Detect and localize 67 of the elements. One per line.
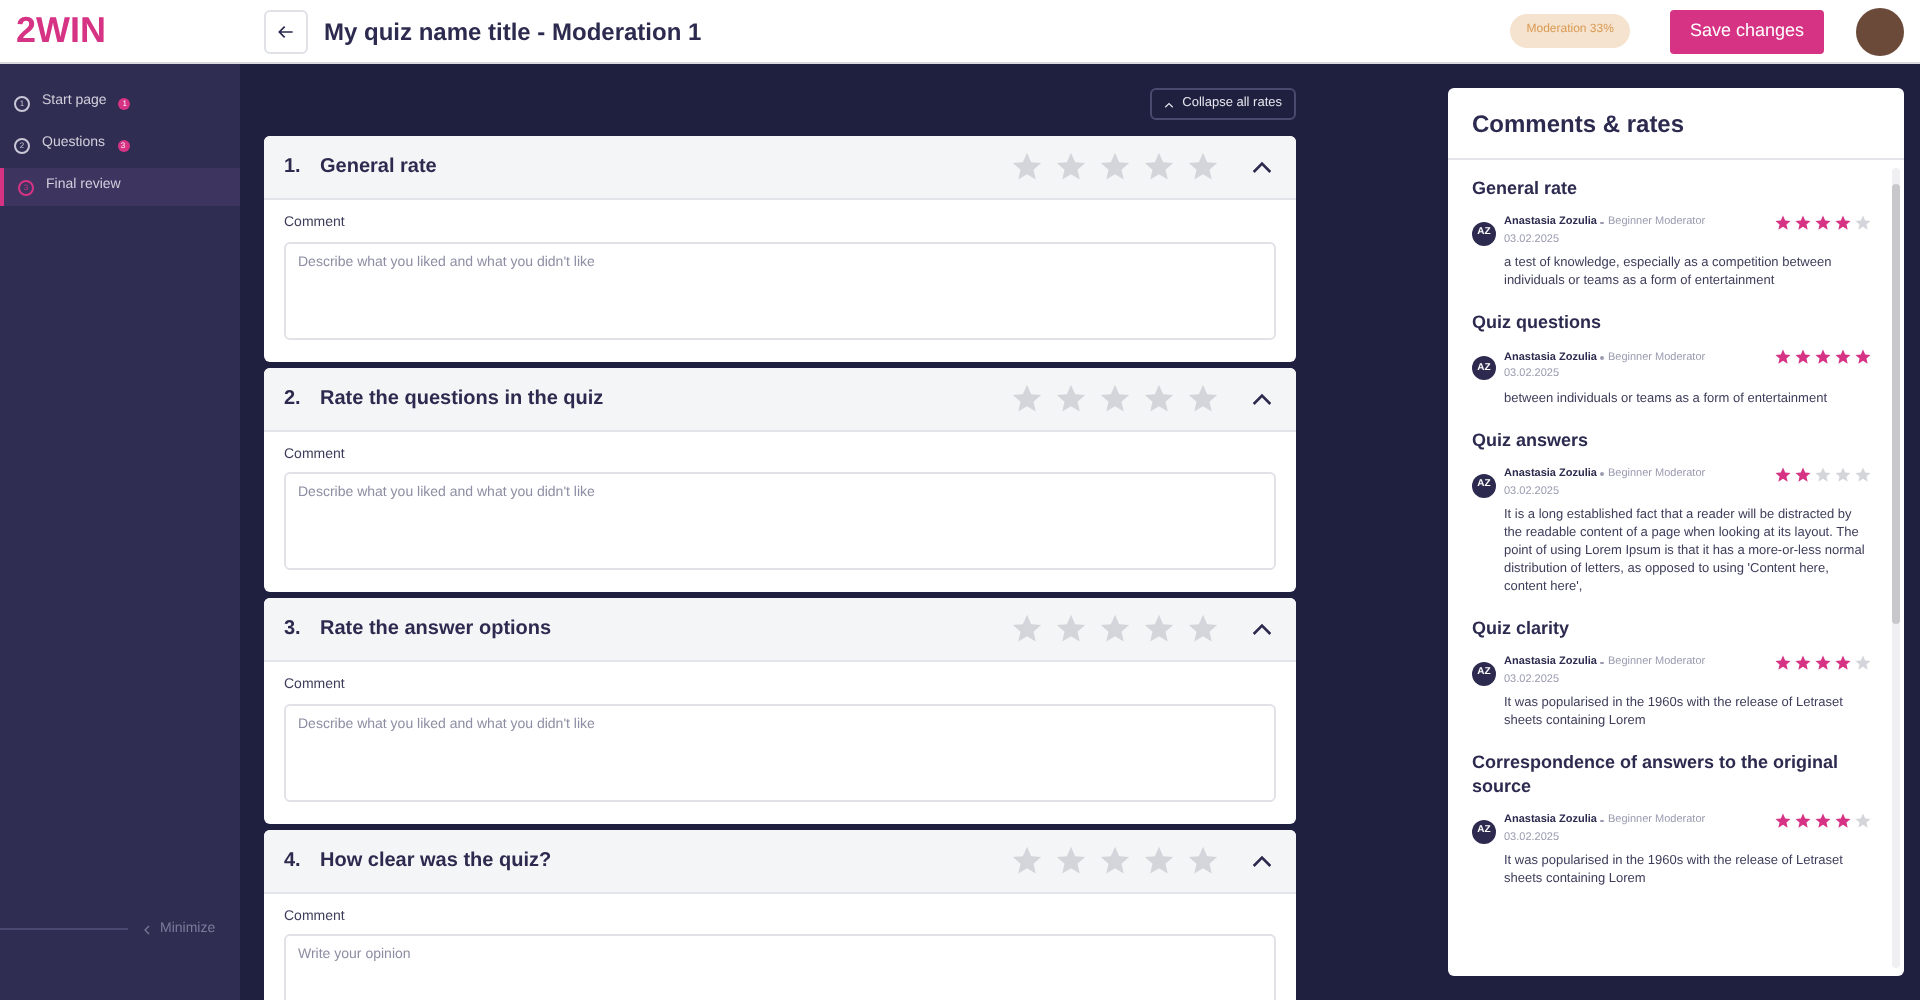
section-title: Quiz answers <box>1472 427 1591 451</box>
empty-star-icon <box>1186 150 1220 184</box>
empty-star-icon <box>1010 843 1044 877</box>
logo: 2WIN <box>16 8 108 54</box>
empty-star-icon <box>1054 381 1088 415</box>
empty-star-icon <box>1186 381 1220 415</box>
filled-star-icon <box>1814 653 1832 672</box>
empty-star-icon <box>1098 843 1132 877</box>
empty-star-icon <box>1054 612 1088 646</box>
filled-star-icon <box>1794 465 1812 483</box>
avatar[interactable] <box>1856 7 1904 55</box>
empty-star-icon <box>1054 150 1088 184</box>
section-title: General rate <box>1472 176 1580 200</box>
section-title: Quiz questions <box>1472 310 1604 335</box>
filled-star-icon <box>1794 812 1812 830</box>
filled-star-icon <box>1774 214 1792 232</box>
filled-star-icon <box>1834 214 1852 232</box>
empty-star-icon <box>1142 612 1176 646</box>
filled-star-icon <box>1814 812 1832 830</box>
rate-number: 3. <box>284 616 303 644</box>
scrollbar[interactable] <box>1892 168 1900 968</box>
chevron-icon <box>1252 853 1272 867</box>
filled-star-icon <box>1774 465 1792 483</box>
rate-title: Rate the questions in the quiz <box>320 385 606 413</box>
empty-star-icon <box>1010 381 1044 415</box>
empty-star-icon <box>1098 381 1132 415</box>
filled-star-icon <box>1774 812 1792 830</box>
filled-star-icon <box>1774 348 1792 367</box>
empty-star-icon <box>1186 843 1220 877</box>
empty-star-icon <box>1010 612 1044 646</box>
chevron-icon <box>1252 391 1272 405</box>
chevron-icon <box>1252 160 1272 174</box>
back-button[interactable] <box>264 9 308 53</box>
rate-number: 4. <box>284 847 303 875</box>
back-arrow-icon <box>278 23 294 39</box>
filled-star-icon <box>1834 812 1852 830</box>
rate-title: How clear was the quiz? <box>320 847 554 875</box>
filled-star-icon <box>1814 214 1832 232</box>
rate-number: 2. <box>284 385 303 413</box>
empty-star-icon <box>1098 150 1132 184</box>
chevron-left-icon <box>144 923 150 936</box>
empty-star-icon <box>1010 150 1044 184</box>
chevron-icon <box>1252 622 1272 636</box>
empty-star-icon <box>1054 843 1088 877</box>
filled-star-icon <box>1794 214 1812 232</box>
empty-star-icon <box>1854 653 1872 672</box>
rate-title: General rate <box>320 154 439 182</box>
empty-star-icon <box>1186 612 1220 646</box>
empty-star-icon <box>1142 381 1176 415</box>
filled-star-icon <box>1774 653 1792 672</box>
rate-title: Rate the answer options <box>320 616 554 644</box>
filled-star-icon <box>1854 348 1872 367</box>
page-title: My quiz name title - Moderation 1 <box>324 15 704 49</box>
empty-star-icon <box>1098 612 1132 646</box>
empty-star-icon <box>1142 150 1176 184</box>
empty-star-icon <box>1142 843 1176 877</box>
panel-title: Comments & rates <box>1472 107 1685 141</box>
chevron-up-icon <box>1164 101 1175 107</box>
filled-star-icon <box>1794 348 1812 367</box>
section-title: Quiz clarity <box>1472 615 1572 640</box>
filled-star-icon <box>1814 348 1832 367</box>
save-button[interactable]: Save changes <box>1669 9 1824 53</box>
filled-star-icon <box>1834 348 1852 367</box>
filled-star-icon <box>1834 653 1852 672</box>
filled-star-icon <box>1794 653 1812 672</box>
rate-number: 1. <box>284 154 303 182</box>
section-title: Correspondence of answers to the original source <box>1472 750 1841 798</box>
